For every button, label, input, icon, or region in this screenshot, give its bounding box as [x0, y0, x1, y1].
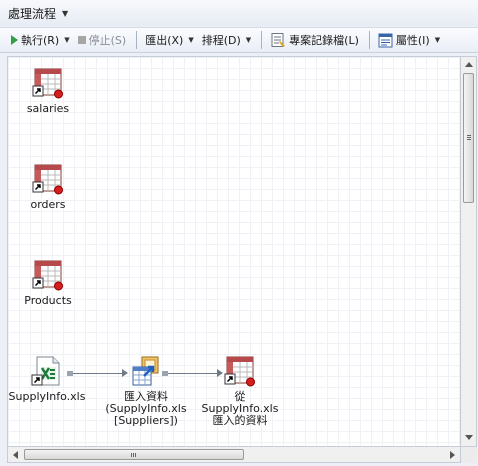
- vertical-scroll-thumb[interactable]: [463, 73, 474, 203]
- data-table-icon: [32, 163, 64, 195]
- node-salaries[interactable]: salaries: [12, 67, 84, 115]
- chevron-down-icon[interactable]: ▼: [435, 36, 440, 44]
- node-label: SupplyInfo.xls: [8, 390, 86, 403]
- scroll-up-arrow-icon[interactable]: [465, 62, 473, 67]
- node-label-line: 匯入的資料: [212, 414, 268, 427]
- run-button[interactable]: 執行(R) ▼: [8, 30, 73, 50]
- vertical-scrollbar[interactable]: [461, 56, 477, 447]
- toolbar-separator: [368, 31, 370, 49]
- schedule-button[interactable]: 排程(D) ▼: [199, 30, 254, 50]
- horizontal-scroll-thumb[interactable]: [24, 449, 244, 460]
- process-flow-title-bar[interactable]: 處理流程 ▼: [0, 0, 478, 26]
- data-table-icon: [224, 355, 256, 387]
- chevron-down-icon[interactable]: ▼: [188, 36, 193, 44]
- stop-label: 停止(S): [88, 34, 127, 47]
- import-data-icon: [130, 355, 162, 387]
- export-button[interactable]: 匯出(X) ▼: [142, 30, 197, 50]
- properties-label: 屬性(I): [395, 34, 430, 47]
- export-label: 匯出(X): [145, 34, 184, 47]
- process-flow-title: 處理流程: [8, 6, 57, 21]
- node-supplyinfo-xls[interactable]: SupplyInfo.xls: [8, 355, 88, 403]
- node-label: 匯入資料 (SupplyInfo.xls [Suppliers]): [102, 391, 190, 427]
- node-imported-result[interactable]: 從 SupplyInfo.xls 匯入的資料: [196, 355, 284, 427]
- node-label: Products: [24, 294, 72, 307]
- chevron-down-icon[interactable]: ▼: [246, 36, 251, 44]
- toolbar-separator: [261, 31, 263, 49]
- play-icon: [11, 35, 18, 45]
- chevron-down-icon[interactable]: ▼: [62, 9, 68, 18]
- project-log-label: 專案記錄檔(L): [289, 34, 359, 47]
- properties-button[interactable]: 屬性(I) ▼: [375, 30, 443, 50]
- chevron-down-icon[interactable]: ▼: [64, 36, 69, 44]
- scroll-right-arrow-icon[interactable]: [450, 451, 455, 459]
- toolbar: 執行(R) ▼ 停止(S) 匯出(X) ▼ 排程(D) ▼ 專案記錄檔(L) 屬…: [0, 27, 478, 53]
- schedule-label: 排程(D): [201, 34, 241, 47]
- toolbar-separator: [136, 31, 138, 49]
- properties-icon: [378, 33, 393, 47]
- data-table-icon: [32, 67, 64, 99]
- node-label: salaries: [26, 102, 70, 115]
- node-import-data-task[interactable]: 匯入資料 (SupplyInfo.xls [Suppliers]): [102, 355, 190, 427]
- project-log-button[interactable]: 專案記錄檔(L): [267, 30, 362, 50]
- node-label-line: [Suppliers]): [114, 414, 178, 427]
- stop-icon: [77, 36, 86, 44]
- scroll-down-arrow-icon[interactable]: [465, 435, 473, 440]
- node-label: 從 SupplyInfo.xls 匯入的資料: [196, 391, 284, 427]
- stop-button[interactable]: 停止(S): [75, 30, 130, 50]
- scroll-left-arrow-icon[interactable]: [13, 451, 18, 459]
- process-flow-canvas[interactable]: salaries orders Products SupplyInfo.xls …: [7, 56, 461, 447]
- project-log-icon: [271, 33, 286, 47]
- node-orders[interactable]: orders: [12, 163, 84, 211]
- excel-file-icon: [31, 355, 63, 387]
- node-products[interactable]: Products: [12, 259, 84, 307]
- data-table-icon: [32, 259, 64, 291]
- horizontal-scrollbar[interactable]: [7, 447, 461, 463]
- scrollbar-corner: [461, 447, 477, 463]
- node-label: orders: [30, 198, 66, 211]
- run-label: 執行(R): [21, 34, 60, 47]
